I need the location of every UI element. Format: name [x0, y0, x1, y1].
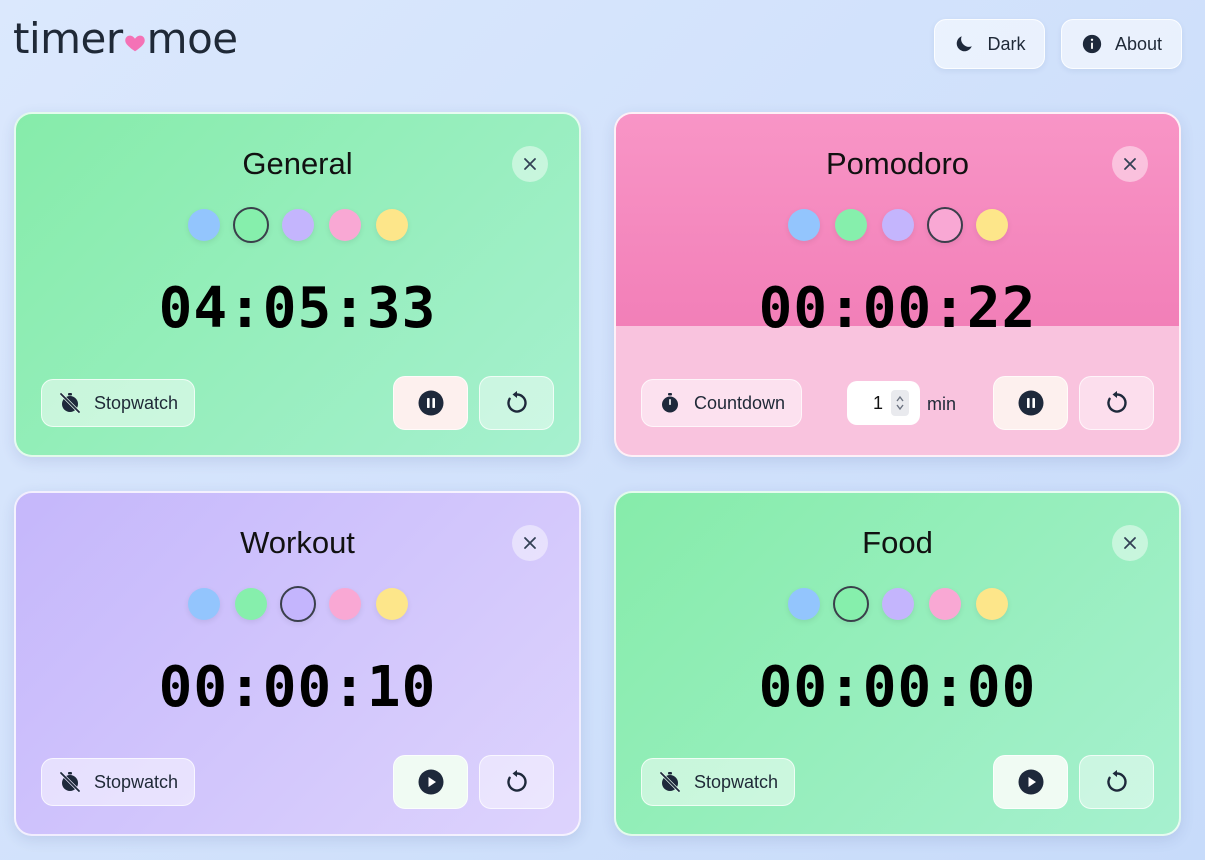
- dark-mode-button[interactable]: Dark: [934, 19, 1045, 69]
- color-swatch-purple[interactable]: [281, 209, 314, 241]
- color-swatch-purple[interactable]: [881, 209, 914, 241]
- color-picker: [16, 586, 579, 622]
- timer-display: 00:00:00: [758, 655, 1037, 720]
- info-icon: [1082, 34, 1102, 54]
- color-swatch-purple[interactable]: [881, 588, 914, 620]
- pause-button[interactable]: [393, 376, 468, 430]
- close-timer-button[interactable]: [512, 525, 548, 561]
- color-swatch-pink[interactable]: [926, 207, 963, 243]
- pause-button[interactable]: [993, 376, 1068, 430]
- timer-title: Workout: [240, 525, 355, 560]
- minutes-stepper[interactable]: [891, 390, 909, 416]
- color-picker: [616, 586, 1179, 622]
- dark-mode-label: Dark: [987, 33, 1026, 54]
- color-swatch-green[interactable]: [832, 586, 869, 622]
- reset-icon: [1106, 770, 1127, 792]
- mode-toggle-button[interactable]: Stopwatch: [41, 758, 196, 806]
- app-logo: timer moe: [13, 14, 238, 63]
- play-button[interactable]: [993, 755, 1068, 809]
- mode-label: Stopwatch: [94, 771, 179, 792]
- color-swatch-purple[interactable]: [279, 586, 316, 622]
- color-swatch-yellow[interactable]: [975, 588, 1008, 620]
- pause-icon: [1018, 390, 1043, 416]
- color-swatch-yellow[interactable]: [375, 588, 408, 620]
- timer-display: 00:00:10: [158, 655, 437, 720]
- reset-button[interactable]: [1079, 755, 1154, 809]
- color-swatch-yellow[interactable]: [975, 209, 1008, 241]
- close-timer-button[interactable]: [1112, 146, 1148, 182]
- reset-icon: [1106, 391, 1127, 413]
- mode-label: Stopwatch: [94, 392, 179, 413]
- color-swatch-yellow[interactable]: [375, 209, 408, 241]
- timer-title: Food: [862, 525, 933, 560]
- minutes-input[interactable]: 1: [847, 381, 920, 425]
- play-icon: [1018, 769, 1043, 795]
- app-header: timer moe Dark About: [0, 0, 1205, 90]
- reset-icon: [506, 391, 527, 413]
- close-timer-button[interactable]: [512, 146, 548, 182]
- reset-button[interactable]: [1079, 376, 1154, 430]
- color-picker: [16, 207, 579, 243]
- color-swatch-blue[interactable]: [787, 588, 820, 620]
- about-button[interactable]: About: [1061, 19, 1182, 69]
- timer-title: General: [242, 146, 353, 181]
- close-icon: [524, 537, 536, 549]
- stopwatch-off-icon: [659, 771, 681, 793]
- moon-icon: [957, 36, 973, 52]
- mode-toggle-button[interactable]: Stopwatch: [41, 379, 196, 427]
- close-icon: [524, 158, 536, 170]
- color-swatch-blue[interactable]: [187, 588, 220, 620]
- color-swatch-pink[interactable]: [328, 588, 361, 620]
- timer-title: Pomodoro: [825, 146, 970, 181]
- mode-toggle-button[interactable]: Stopwatch: [641, 758, 796, 806]
- reset-icon: [506, 770, 527, 792]
- stopwatch-off-icon: [59, 771, 81, 793]
- color-picker: [616, 207, 1179, 243]
- timer-card-general: General 04:05:33 Stopwatch: [14, 112, 581, 457]
- color-swatch-green[interactable]: [834, 209, 867, 241]
- timer-card-food: Food 00:00:00 Stopwatch: [614, 491, 1181, 836]
- color-swatch-blue[interactable]: [787, 209, 820, 241]
- play-button[interactable]: [393, 755, 468, 809]
- heart-icon: [124, 35, 145, 51]
- color-swatch-pink[interactable]: [928, 588, 961, 620]
- reset-button[interactable]: [479, 755, 554, 809]
- color-swatch-green[interactable]: [232, 207, 269, 243]
- timer-icon: [662, 393, 678, 413]
- color-swatch-blue[interactable]: [187, 209, 220, 241]
- close-icon: [1124, 158, 1136, 170]
- stepper-arrows-icon: [896, 395, 904, 411]
- logo-text-left: timer: [13, 14, 123, 63]
- color-swatch-pink[interactable]: [328, 209, 361, 241]
- timer-card-workout: Workout 00:00:10 Stopwatch: [14, 491, 581, 836]
- stopwatch-off-icon: [59, 392, 81, 414]
- timer-display: 00:00:22: [758, 276, 1037, 341]
- timer-card-pomodoro: Pomodoro 00:00:22 Countdown 1 min: [614, 112, 1181, 457]
- timer-display: 04:05:33: [158, 276, 437, 341]
- mode-label: Countdown: [694, 392, 786, 413]
- close-icon: [1124, 537, 1136, 549]
- close-timer-button[interactable]: [1112, 525, 1148, 561]
- about-label: About: [1114, 33, 1163, 54]
- pause-icon: [418, 390, 443, 416]
- reset-button[interactable]: [479, 376, 554, 430]
- mode-label: Stopwatch: [694, 771, 779, 792]
- color-swatch-green[interactable]: [234, 588, 267, 620]
- minutes-value: 1: [872, 392, 883, 413]
- minutes-unit-label: min: [927, 394, 957, 414]
- mode-toggle-button[interactable]: Countdown: [641, 379, 803, 427]
- play-icon: [418, 769, 443, 795]
- logo-text-right: moe: [146, 14, 238, 63]
